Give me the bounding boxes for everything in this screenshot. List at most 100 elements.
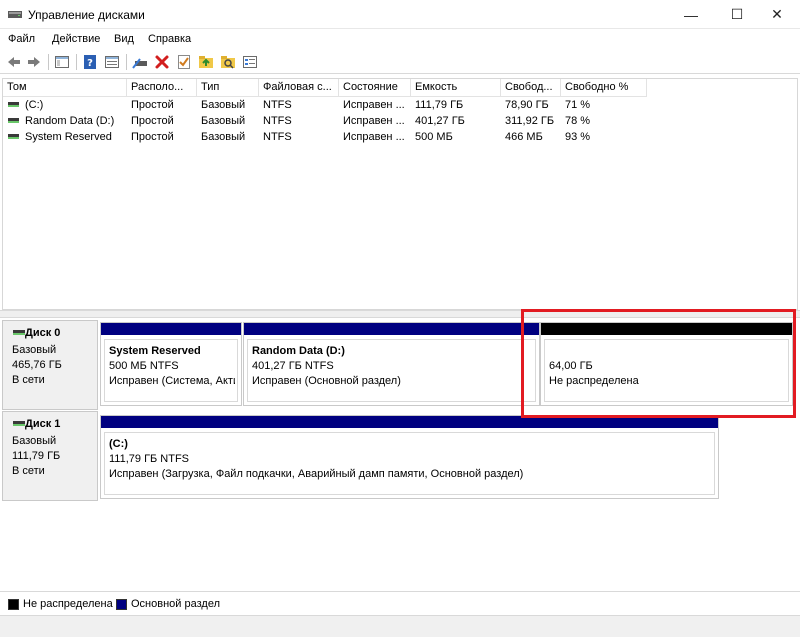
column-header-filesystem[interactable]: Файловая с...	[259, 79, 339, 97]
capacity-value: 401,27 ГБ	[415, 115, 465, 127]
disk-type: Базовый	[12, 344, 57, 356]
partition-body: System Reserved 500 МБ NTFS Исправен (Си…	[104, 339, 238, 402]
percent-free-value: 71 %	[565, 99, 591, 111]
legend-swatch-unallocated	[8, 599, 19, 610]
partition-name: Random Data (D:)	[252, 345, 345, 357]
disk-status: В сети	[12, 465, 45, 477]
status-value: Исправен ...	[343, 115, 405, 127]
svg-text:?: ?	[87, 58, 93, 69]
column-header-volume[interactable]: Том	[3, 79, 127, 97]
disk-name: Диск 0	[25, 327, 61, 339]
free-space-value: 78,90 ГБ	[505, 99, 549, 111]
partition-name: System Reserved	[109, 345, 201, 357]
close-icon: ✕	[771, 6, 783, 22]
filesystem-value: NTFS	[263, 131, 292, 143]
column-header-status[interactable]: Состояние	[339, 79, 411, 97]
volume-icon	[8, 118, 19, 123]
toolbar-separator	[48, 54, 49, 70]
partition-size: 401,27 ГБ NTFS	[252, 360, 334, 372]
partition-bar	[101, 323, 241, 335]
menu-help[interactable]: Справка	[148, 33, 191, 45]
column-header-capacity[interactable]: Емкость	[411, 79, 501, 97]
disk-icon	[13, 421, 25, 426]
partition-body: Random Data (D:) 401,27 ГБ NTFS Исправен…	[247, 339, 536, 402]
help-icon[interactable]: ?	[82, 54, 98, 70]
column-header-layout[interactable]: Располо...	[127, 79, 197, 97]
partition-c-drive[interactable]: (C:) 111,79 ГБ NTFS Исправен (Загрузка, …	[100, 415, 719, 499]
connect-drive-icon[interactable]	[132, 54, 148, 70]
free-space-value: 466 МБ	[505, 131, 543, 143]
partition-status: Исправен (Основной раздел)	[252, 375, 401, 387]
partition-bar	[244, 323, 539, 335]
partition-name: (C:)	[109, 438, 128, 450]
back-arrow-icon[interactable]	[6, 54, 22, 70]
partition-body: (C:) 111,79 ГБ NTFS Исправен (Загрузка, …	[104, 432, 715, 495]
filesystem-value: NTFS	[263, 115, 292, 127]
menu-action[interactable]: Действие	[52, 33, 100, 45]
disk-0-label[interactable]: Диск 0 Базовый 465,76 ГБ В сети	[2, 320, 98, 410]
volume-name: (C:)	[25, 99, 44, 111]
disk-management-app-icon	[8, 11, 22, 18]
type-value: Базовый	[201, 131, 246, 143]
type-value: Базовый	[201, 99, 246, 111]
console-tree-icon[interactable]	[54, 54, 70, 70]
partition-status: Исправен (Система, Акти	[109, 375, 235, 387]
menu-view[interactable]: Вид	[114, 33, 134, 45]
volume-list: Том Располо... Тип Файловая с... Состоян…	[2, 78, 798, 310]
percent-free-value: 93 %	[565, 131, 591, 143]
partition-size: 111,79 ГБ NTFS	[109, 453, 190, 465]
maximize-icon: ☐	[730, 6, 744, 22]
menu-bar: Файл Действие Вид Справка	[0, 30, 800, 50]
minimize-button[interactable]: —	[668, 0, 714, 29]
disk-status: В сети	[12, 374, 45, 386]
status-strip	[0, 615, 800, 637]
volume-icon	[8, 102, 19, 107]
legend-bar: Не распределена Основной раздел	[0, 591, 800, 615]
forward-arrow-icon[interactable]	[26, 54, 42, 70]
disk-name: Диск 1	[25, 418, 61, 430]
volume-icon	[8, 134, 19, 139]
window-title: Управление дисками	[28, 8, 145, 22]
partition-system-reserved[interactable]: System Reserved 500 МБ NTFS Исправен (Си…	[100, 322, 242, 406]
volume-name: Random Data (D:)	[25, 115, 115, 127]
column-header-free-space[interactable]: Свобод...	[501, 79, 561, 97]
layout-value: Простой	[131, 131, 174, 143]
layout-value: Простой	[131, 99, 174, 111]
disk-type: Базовый	[12, 435, 57, 447]
status-value: Исправен ...	[343, 99, 405, 111]
search-folder-icon[interactable]	[220, 54, 236, 70]
legend-label-unallocated: Не распределена	[23, 598, 113, 610]
type-value: Базовый	[201, 115, 246, 127]
layout-value: Простой	[131, 115, 174, 127]
percent-free-value: 78 %	[565, 115, 591, 127]
column-header-percent-free[interactable]: Свободно %	[561, 79, 647, 97]
free-space-value: 311,92 ГБ	[505, 115, 555, 127]
disk-size: 111,79 ГБ	[12, 450, 61, 462]
status-value: Исправен ...	[343, 131, 405, 143]
partition-size: 500 МБ NTFS	[109, 360, 179, 372]
filesystem-value: NTFS	[263, 99, 292, 111]
up-folder-icon[interactable]	[198, 54, 214, 70]
menu-file[interactable]: Файл	[8, 33, 35, 45]
toolbar-separator	[76, 54, 77, 70]
unallocated-highlight-box	[521, 309, 796, 418]
properties-icon[interactable]	[104, 54, 120, 70]
check-icon[interactable]	[176, 54, 192, 70]
disk-1-label[interactable]: Диск 1 Базовый 111,79 ГБ В сети	[2, 411, 98, 501]
capacity-value: 111,79 ГБ	[415, 99, 464, 111]
view-list-icon[interactable]	[242, 54, 258, 70]
delete-icon[interactable]	[154, 54, 170, 70]
disk-icon	[13, 330, 25, 335]
capacity-value: 500 МБ	[415, 131, 453, 143]
legend-label-primary: Основной раздел	[131, 598, 220, 610]
close-button[interactable]: ✕	[754, 0, 800, 29]
column-header-type[interactable]: Тип	[197, 79, 259, 97]
title-bar: Управление дисками — ☐ ✕	[0, 0, 800, 29]
partition-random-data[interactable]: Random Data (D:) 401,27 ГБ NTFS Исправен…	[243, 322, 540, 406]
minimize-icon: —	[684, 6, 698, 23]
toolbar-separator	[126, 54, 127, 70]
toolbar: ?	[0, 50, 800, 74]
volume-name: System Reserved	[25, 131, 112, 143]
partition-status: Исправен (Загрузка, Файл подкачки, Авари…	[109, 468, 524, 480]
legend-swatch-primary	[116, 599, 127, 610]
